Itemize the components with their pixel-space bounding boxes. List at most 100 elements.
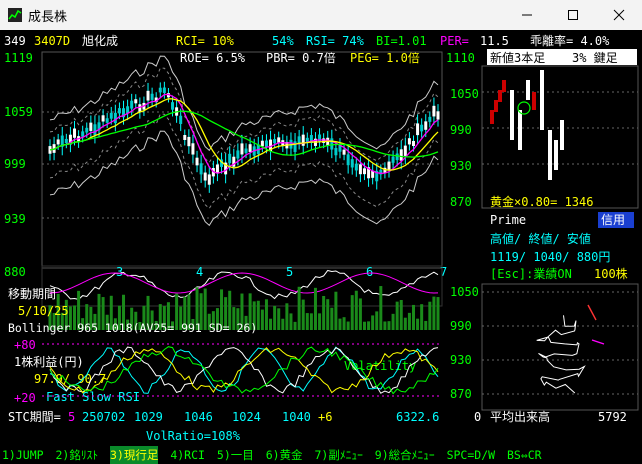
maximize-button[interactable] <box>550 0 596 30</box>
pv-axis-label: 1050 <box>450 285 479 299</box>
fkey-bscr[interactable]: BS⇔CR <box>507 446 542 464</box>
volume-bar <box>338 318 342 330</box>
candle-body <box>330 138 334 150</box>
volume-bar <box>313 287 317 330</box>
close-icon <box>613 9 625 21</box>
pv-axis-label: 990 <box>450 319 472 333</box>
volume-bar <box>375 311 379 330</box>
market-prime: Prime <box>490 213 526 227</box>
candle-body <box>109 112 113 119</box>
stock-code: 3407D <box>34 34 70 48</box>
right-axis-label: 870 <box>450 195 472 209</box>
candle-body <box>146 90 150 101</box>
close-button[interactable] <box>596 0 642 30</box>
pv-axis-label: 870 <box>450 387 472 401</box>
price-volume-chart[interactable]: 1050 990 930 870 <box>450 283 639 411</box>
three-line-bar <box>502 80 506 92</box>
candle-body <box>56 139 60 145</box>
avg-volume-label: 平均出来高 <box>490 409 550 424</box>
fkey-main-menu[interactable]: 9)総合ﾒﾆｭｰ <box>375 446 435 464</box>
volume-bar <box>399 300 403 330</box>
candle-body <box>248 144 252 152</box>
bollinger-lower <box>49 130 439 227</box>
fkey-stock-list[interactable]: 2)銘ﾘｽﾄ <box>55 446 98 464</box>
chart-area[interactable]: 349 3407D 旭化成 RCI= 10% 54% RSI= 74% BI=1… <box>0 30 642 446</box>
volume-bar <box>403 317 407 330</box>
fkey-jump[interactable]: 1)JUMP <box>2 446 44 464</box>
fkey-spc[interactable]: SPC=D/W <box>447 446 495 464</box>
month-label: 3 <box>116 265 123 279</box>
fkey-gold[interactable]: 6)黄金 <box>266 446 303 464</box>
price-axis: 1119 1059 999 939 <box>4 51 33 226</box>
volume-bar <box>391 313 395 330</box>
pv-zero: 0 <box>474 410 481 424</box>
volume-bar <box>342 317 346 330</box>
bollinger-lower-inner <box>49 113 439 210</box>
volume-bar <box>334 291 338 330</box>
candle-body <box>354 163 358 171</box>
candle-body <box>183 135 187 140</box>
right-axis-label: 930 <box>450 159 472 173</box>
candle-body <box>424 121 428 130</box>
fkey-current[interactable]: 3)現行足 <box>110 446 159 464</box>
minimize-icon <box>522 14 532 16</box>
esc-toggle[interactable]: [Esc]:業績ON <box>490 267 572 281</box>
candle-body <box>277 137 281 143</box>
candle-body <box>395 153 399 161</box>
volume-bar <box>416 318 420 330</box>
moving-period-label: 移動期間 <box>8 287 56 301</box>
deviation-rate: 乖離率= 4.0% <box>530 33 610 48</box>
candle-body <box>101 115 105 122</box>
price-chart[interactable]: 1119 1059 999 939 <box>4 51 443 269</box>
volume-bar <box>362 321 366 330</box>
fkey-ichimoku[interactable]: 5)一目 <box>217 446 254 464</box>
avg-volume-value: 5792 <box>598 410 627 424</box>
volume-bar <box>305 313 309 330</box>
stc-close: 1040 <box>282 410 311 424</box>
osc-plus80: +80 <box>14 338 36 352</box>
month-label: 7 <box>440 265 447 279</box>
moving-averages <box>49 93 439 174</box>
candle-body <box>199 163 203 175</box>
eps-label: 1株利益(円) <box>14 354 84 369</box>
candle-body <box>134 99 138 104</box>
candle-body <box>150 93 154 100</box>
candle-body <box>117 108 121 114</box>
candle-body <box>342 149 346 155</box>
bollinger-upper-inner <box>49 67 439 164</box>
candle-body <box>403 145 407 156</box>
bi-value: BI=1.01 <box>376 34 427 48</box>
vol-ratio: VolRatio=108% <box>146 429 241 443</box>
three-line-break-chart[interactable]: 1050 990 930 870 <box>450 65 639 209</box>
volume-bar <box>322 295 326 330</box>
candle-body <box>358 164 362 175</box>
three-line-bar <box>548 130 552 180</box>
code-number: 349 <box>4 34 26 48</box>
volume-bar <box>432 296 436 330</box>
minimize-button[interactable] <box>504 0 550 30</box>
volume-bar <box>269 318 273 330</box>
volume-bar <box>411 304 415 330</box>
hl-labels: 高値/ 終値/ 安値 <box>490 231 591 246</box>
candle-body <box>387 161 391 171</box>
signal-circle <box>517 101 531 115</box>
three-line-bar <box>540 70 544 130</box>
candle-body <box>158 87 162 93</box>
chart-canvas[interactable]: 349 3407D 旭化成 RCI= 10% 54% RSI= 74% BI=1… <box>0 30 642 446</box>
candle-body <box>264 140 268 148</box>
title-bar: 成長株 <box>0 0 642 31</box>
right-header-right: 3% 鍵足 <box>572 50 618 65</box>
volume-bar <box>428 301 432 330</box>
candle-body <box>334 148 338 156</box>
month-label: 4 <box>196 265 203 279</box>
candle-body <box>362 168 366 175</box>
rci-value: RCI= 10% <box>176 34 235 48</box>
per-value: 11.5 <box>480 34 509 48</box>
fkey-submenu[interactable]: 7)副ﾒﾆｭｰ <box>314 446 362 464</box>
candle-body <box>105 118 109 123</box>
candle-body <box>93 124 97 136</box>
fkey-rci[interactable]: 4)RCI <box>170 446 205 464</box>
pv-trace <box>536 304 605 394</box>
volume-bar <box>346 321 350 330</box>
candle-body <box>195 157 199 166</box>
